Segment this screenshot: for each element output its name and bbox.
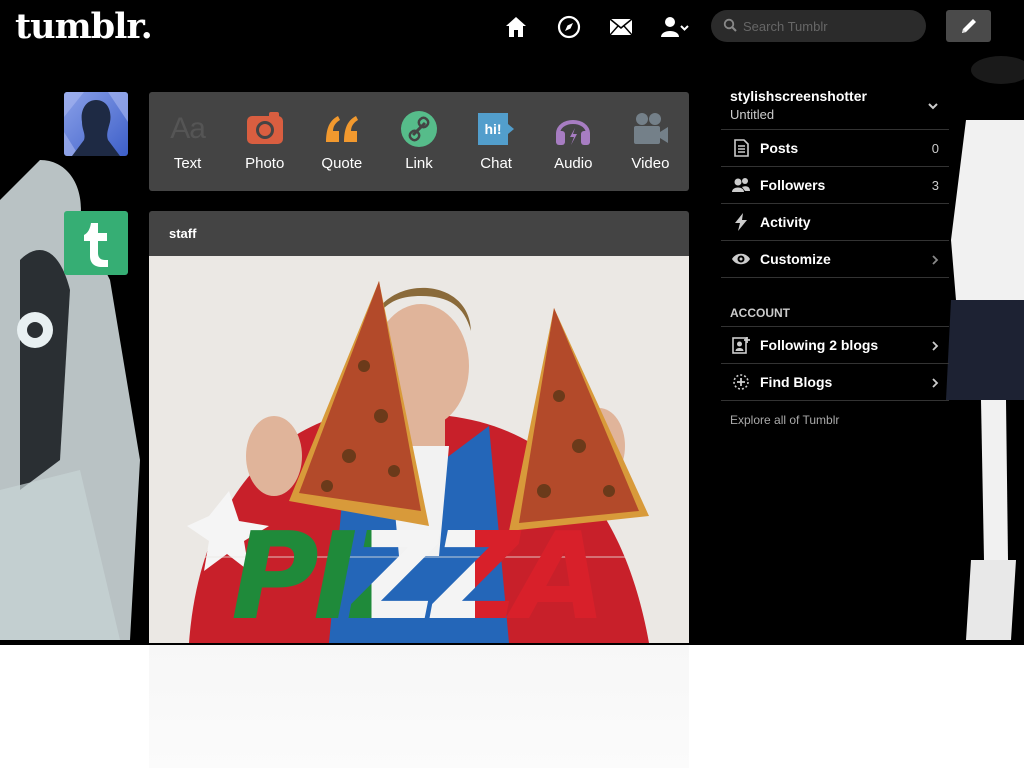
- silhouette-icon: [64, 92, 128, 156]
- post-type-label: Text: [173, 155, 202, 172]
- post-type-text[interactable]: Aa Text: [149, 92, 226, 191]
- home-icon[interactable]: [503, 14, 529, 40]
- search-icon: [723, 18, 737, 32]
- sidebar-item-label: Posts: [760, 140, 799, 156]
- posts-count: 0: [931, 140, 939, 156]
- sidebar-item-label: Activity: [760, 214, 811, 230]
- chevron-right-icon: [932, 341, 939, 351]
- link-icon: [400, 111, 437, 147]
- pizza-title-text: PIZZA: [231, 508, 606, 643]
- background-figure-right: [946, 56, 1024, 640]
- post-type-label: Audio: [554, 155, 593, 172]
- followers-icon: [732, 178, 750, 192]
- chat-bubble-icon: hi!: [478, 113, 515, 145]
- post-type-link[interactable]: Link: [380, 92, 457, 191]
- tumblr-logo[interactable]: tumblr.: [15, 6, 153, 47]
- video-camera-icon: [634, 113, 669, 144]
- camera-icon: [246, 112, 283, 144]
- account-section-title: ACCOUNT: [721, 306, 949, 327]
- sidebar-item-posts[interactable]: Posts 0: [721, 130, 949, 167]
- compose-button[interactable]: [946, 10, 991, 42]
- chevron-down-icon[interactable]: [927, 100, 939, 112]
- sidebar-item-label: Followers: [760, 177, 826, 193]
- blog-subtitle: Untitled: [730, 107, 775, 122]
- quote-icon: [325, 116, 358, 142]
- top-header: tumblr.: [0, 0, 1024, 56]
- sidebar-item-find-blogs[interactable]: Find Blogs: [721, 364, 949, 401]
- post-footer-faded: [149, 645, 689, 768]
- explore-all-link[interactable]: Explore all of Tumblr: [721, 401, 949, 439]
- customize-eye-icon: [732, 253, 750, 265]
- inbox-mail-icon[interactable]: [608, 14, 634, 40]
- post-type-label: Video: [631, 155, 670, 172]
- sidebar-item-followers[interactable]: Followers 3: [721, 167, 949, 204]
- posts-icon: [734, 139, 749, 157]
- user-avatar[interactable]: [64, 92, 128, 156]
- find-blogs-icon: [733, 374, 749, 390]
- post-type-bar: Aa Text Photo Quote Link hi! Chat Audio …: [149, 92, 689, 191]
- blog-header[interactable]: stylishscreenshotter Untitled: [721, 84, 949, 130]
- search-box: [711, 10, 926, 42]
- post-type-label: Chat: [480, 155, 512, 172]
- following-icon: [732, 337, 750, 354]
- sidebar-item-customize[interactable]: Customize: [721, 241, 949, 278]
- search-input[interactable]: [743, 16, 913, 36]
- sidebar-item-activity[interactable]: Activity: [721, 204, 949, 241]
- post-author[interactable]: staff: [169, 226, 196, 241]
- chevron-right-icon: [932, 255, 939, 265]
- post-type-video[interactable]: Video: [612, 92, 689, 191]
- post-header: staff: [149, 211, 689, 256]
- headphones-icon: [556, 120, 591, 145]
- post-type-quote[interactable]: Quote: [303, 92, 380, 191]
- right-sidebar: stylishscreenshotter Untitled Posts 0 Fo…: [721, 84, 949, 439]
- sidebar-item-label: Customize: [760, 251, 831, 267]
- pizza-letters: PIZZA: [231, 508, 606, 643]
- post-type-chat[interactable]: hi! Chat: [458, 92, 535, 191]
- post-type-label: Quote: [321, 155, 363, 172]
- tumblr-t-icon: [84, 223, 108, 267]
- sidebar-item-label: Following 2 blogs: [760, 337, 879, 353]
- text-aa-icon: Aa: [170, 112, 206, 145]
- svg-text:hi!: hi!: [485, 121, 502, 137]
- post-type-label: Photo: [245, 155, 285, 172]
- post-type-label: Link: [405, 155, 433, 172]
- sidebar-item-following[interactable]: Following 2 blogs: [721, 327, 949, 364]
- followers-count: 3: [931, 177, 939, 193]
- post-type-photo[interactable]: Photo: [226, 92, 303, 191]
- post-photo[interactable]: PIZZA: [149, 256, 689, 643]
- pencil-icon: [961, 19, 976, 33]
- chevron-right-icon: [932, 378, 939, 388]
- activity-bolt-icon: [735, 213, 747, 231]
- account-user-icon[interactable]: [660, 14, 690, 40]
- sidebar-item-label: Find Blogs: [760, 374, 833, 390]
- blog-name[interactable]: stylishscreenshotter: [730, 88, 940, 104]
- explore-compass-icon[interactable]: [556, 14, 582, 40]
- post-type-audio[interactable]: Audio: [535, 92, 612, 191]
- staff-avatar[interactable]: [64, 211, 128, 275]
